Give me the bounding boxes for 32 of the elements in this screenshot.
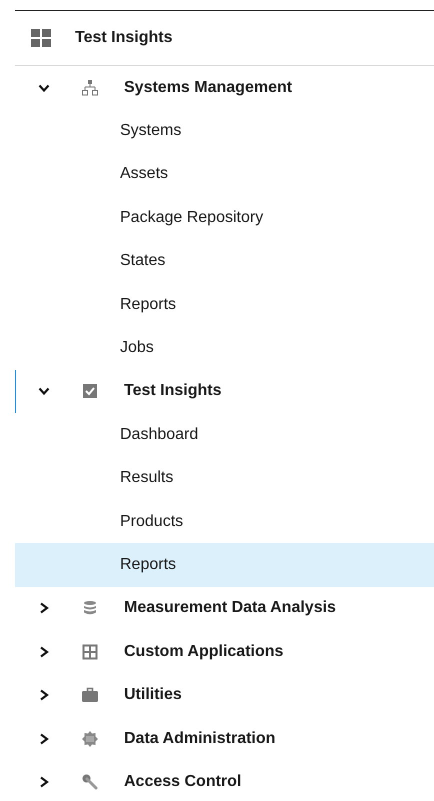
nav-section[interactable]: Test Insights (15, 370, 434, 414)
nav-section[interactable]: Measurement Data Analysis (15, 586, 434, 630)
nav-item[interactable]: Products (15, 500, 434, 544)
nav-item[interactable]: Systems (15, 109, 434, 153)
nav-section[interactable]: Custom Applications (15, 630, 434, 674)
chevron-right-icon[interactable] (38, 732, 50, 745)
grid-icon (82, 644, 98, 660)
gear-icon (82, 730, 98, 747)
hierarchy-icon (82, 80, 98, 96)
briefcase-icon (82, 687, 98, 704)
chevron-right-icon[interactable] (38, 689, 50, 702)
checkbox-icon (82, 383, 98, 400)
chevron-right-icon[interactable] (38, 646, 50, 658)
nav-section[interactable]: Data Administration (15, 716, 434, 760)
nav-item[interactable]: Reports (15, 282, 434, 326)
nav-section[interactable]: Access Control (15, 760, 434, 801)
nav-item[interactable]: Assets (15, 152, 434, 196)
nav-item[interactable]: Reports (15, 543, 434, 587)
chevron-down-icon[interactable] (38, 385, 50, 398)
dashboard-icon (31, 28, 51, 48)
wrench-icon (82, 774, 98, 790)
nav-section[interactable]: Utilities (15, 673, 434, 717)
database-icon (82, 600, 98, 616)
chevron-right-icon[interactable] (38, 776, 50, 788)
nav-item[interactable]: Dashboard (15, 413, 434, 457)
nav-item[interactable]: Package Repository (15, 196, 434, 240)
nav-section[interactable]: Systems Management (15, 66, 434, 110)
chevron-right-icon[interactable] (38, 602, 50, 614)
nav-item[interactable]: Results (15, 456, 434, 500)
nav-item[interactable]: States (15, 240, 434, 283)
app-title: Test Insights (75, 29, 172, 47)
nav-item[interactable]: Jobs (15, 326, 434, 370)
